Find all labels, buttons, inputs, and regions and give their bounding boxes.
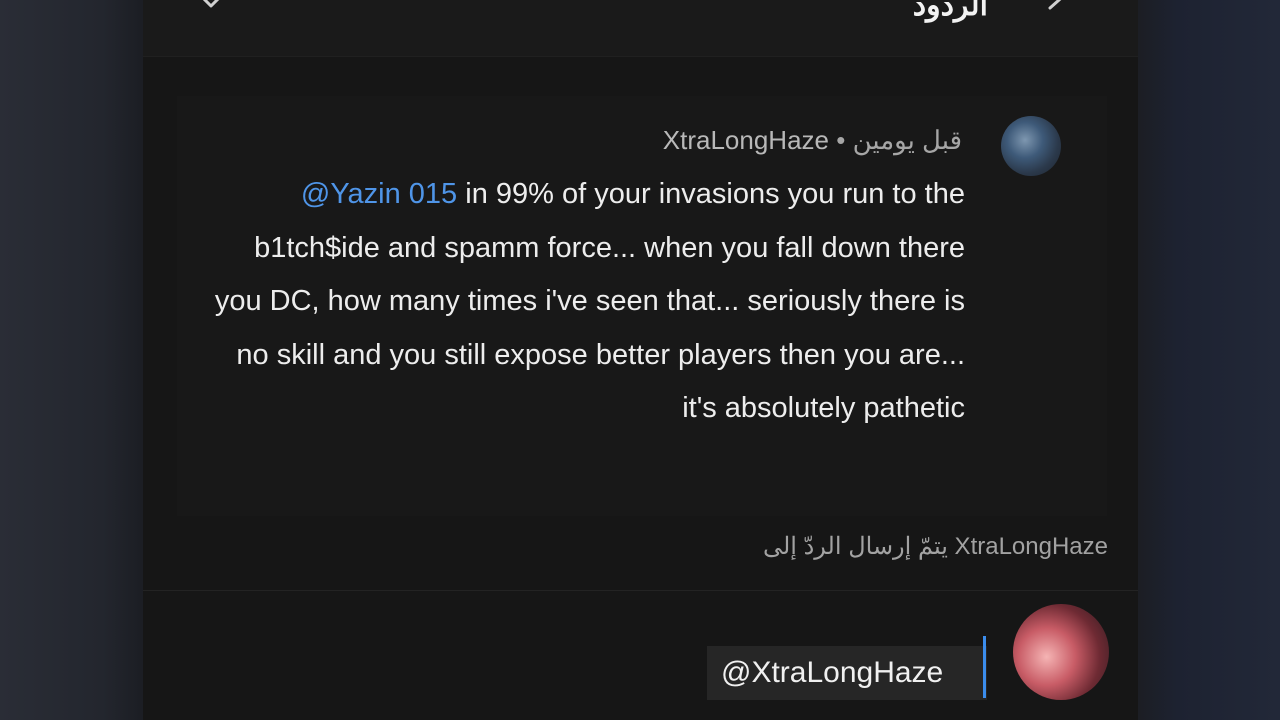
user-avatar — [1013, 604, 1109, 700]
comment-body-text: in 99% of your invasions you run to the … — [214, 178, 965, 424]
commenter-avatar[interactable] — [1001, 116, 1061, 176]
meta-separator: • — [836, 125, 846, 155]
comment-text: @Yazin 015 in 99% of your invasions you … — [203, 168, 965, 436]
comment-meta: XtraLongHaze • قبل يومين — [663, 125, 962, 156]
replies-panel: الردود XtraLongHaze • قبل يومين @Yazin 0… — [143, 0, 1138, 720]
replies-header: الردود — [143, 0, 1138, 57]
text-caret — [983, 636, 986, 698]
replies-title: الردود — [912, 0, 988, 22]
close-icon[interactable] — [189, 0, 233, 20]
reply-recipient-notice: يتمّ إرسال الردّ إلى XtraLongHaze — [762, 533, 1108, 560]
reply-input[interactable] — [707, 646, 987, 700]
divider — [143, 590, 1138, 591]
comment-mention[interactable]: @Yazin 015 — [301, 178, 457, 210]
comment-time: قبل يومين — [852, 125, 962, 155]
comment-author[interactable]: XtraLongHaze — [663, 125, 829, 155]
chevron-right-icon[interactable] — [1044, 0, 1074, 22]
